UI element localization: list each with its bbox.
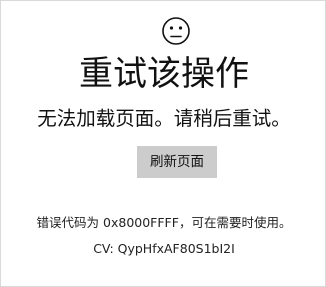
error-message: 无法加载页面。请稍后重试。 [37,107,291,130]
error-code-text: 错误代码为 0x8000FFFF，可在需要时使用。 [36,215,292,230]
page-title: 重试该操作 [79,54,249,94]
sad-face-icon [162,17,190,45]
error-page: 重试该操作 无法加载页面。请稍后重试。 刷新页面 错误代码为 0x8000FFF… [0,0,326,287]
refresh-page-button[interactable]: 刷新页面 [137,146,217,178]
correlation-vector-text: CV: QypHfxAF80S1bI2I [93,241,235,256]
